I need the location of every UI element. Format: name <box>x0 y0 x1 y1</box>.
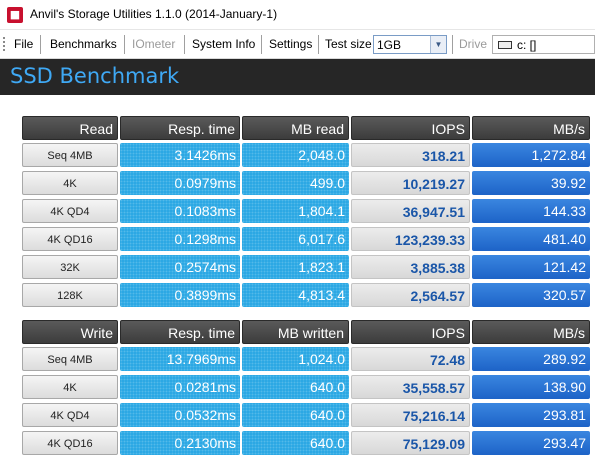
drive-value: c: [] <box>517 38 537 52</box>
iops-cell: 35,558.57 <box>351 375 470 399</box>
iops-cell: 75,129.09 <box>351 431 470 455</box>
mbps-cell: 121.42 <box>472 255 590 279</box>
menu-separator <box>261 35 262 54</box>
row-label-button[interactable]: 4K QD4 <box>22 199 118 223</box>
column-header: MB/s <box>472 116 590 140</box>
iops-cell: 10,219.27 <box>351 171 470 195</box>
row-label-button[interactable]: Seq 4MB <box>22 143 118 167</box>
resp-time-cell: 0.1298ms <box>120 227 240 251</box>
menu-separator <box>452 35 453 54</box>
mbps-cell: 293.81 <box>472 403 590 427</box>
column-header: MB written <box>242 320 349 344</box>
resp-time-cell: 0.3899ms <box>120 283 240 307</box>
menu-file[interactable]: File <box>14 37 33 51</box>
menu-separator <box>40 35 41 54</box>
iops-cell: 75,216.14 <box>351 403 470 427</box>
resp-time-cell: 0.0281ms <box>120 375 240 399</box>
mbps-cell: 481.40 <box>472 227 590 251</box>
mbps-cell: 320.57 <box>472 283 590 307</box>
row-label-button[interactable]: 4K QD16 <box>22 227 118 251</box>
iops-cell: 36,947.51 <box>351 199 470 223</box>
iops-cell: 318.21 <box>351 143 470 167</box>
row-label-button[interactable]: 32K <box>22 255 118 279</box>
menu-settings[interactable]: Settings <box>269 37 312 51</box>
resp-time-cell: 0.0532ms <box>120 403 240 427</box>
row-label-button[interactable]: 4K <box>22 375 118 399</box>
resp-time-cell: 0.2130ms <box>120 431 240 455</box>
menu-benchmarks[interactable]: Benchmarks <box>50 37 117 51</box>
resp-time-cell: 0.0979ms <box>120 171 240 195</box>
row-label-button[interactable]: 128K <box>22 283 118 307</box>
mbps-cell: 144.33 <box>472 199 590 223</box>
menu-system-info[interactable]: System Info <box>192 37 255 51</box>
resp-time-cell: 3.1426ms <box>120 143 240 167</box>
column-header: IOPS <box>351 320 470 344</box>
mb-read-cell: 1,823.1 <box>242 255 349 279</box>
column-header: Resp. time <box>120 320 240 344</box>
column-header: Write <box>22 320 118 344</box>
iops-cell: 72.48 <box>351 347 470 371</box>
menu-separator <box>184 35 185 54</box>
menu-iometer[interactable]: IOmeter <box>132 37 175 51</box>
anvil-app-icon: ■ <box>7 7 23 23</box>
page-title: SSD Benchmark <box>10 64 180 88</box>
drive-icon <box>498 41 512 49</box>
row-label-button[interactable]: 4K QD16 <box>22 431 118 455</box>
test-size-label: Test size <box>325 37 372 51</box>
resp-time-cell: 0.1083ms <box>120 199 240 223</box>
title-bar: ■ Anvil's Storage Utilities 1.1.0 (2014-… <box>0 0 595 30</box>
iops-cell: 2,564.57 <box>351 283 470 307</box>
drive-select[interactable]: c: [] <box>492 35 595 54</box>
mb-written-cell: 640.0 <box>242 403 349 427</box>
mb-read-cell: 6,017.6 <box>242 227 349 251</box>
mbps-cell: 289.92 <box>472 347 590 371</box>
column-header: IOPS <box>351 116 470 140</box>
write-results-grid: Write Resp. time MB written IOPS MB/s Se… <box>22 320 590 460</box>
menu-separator <box>318 35 319 54</box>
resp-time-cell: 0.2574ms <box>120 255 240 279</box>
column-header: Read <box>22 116 118 140</box>
column-header: MB/s <box>472 320 590 344</box>
mb-read-cell: 499.0 <box>242 171 349 195</box>
test-size-value: 1GB <box>377 38 402 52</box>
window-title: Anvil's Storage Utilities 1.1.0 (2014-Ja… <box>30 7 278 21</box>
mbps-cell: 293.47 <box>472 431 590 455</box>
mb-read-cell: 1,804.1 <box>242 199 349 223</box>
drive-label: Drive <box>459 37 488 51</box>
mb-written-cell: 1,024.0 <box>242 347 349 371</box>
mbps-cell: 39.92 <box>472 171 590 195</box>
toolbar-grip <box>3 37 5 51</box>
test-size-select[interactable]: 1GB ▼ <box>373 35 447 54</box>
row-label-button[interactable]: Seq 4MB <box>22 347 118 371</box>
mb-read-cell: 4,813.4 <box>242 283 349 307</box>
iops-cell: 123,239.33 <box>351 227 470 251</box>
mbps-cell: 138.90 <box>472 375 590 399</box>
iops-cell: 3,885.38 <box>351 255 470 279</box>
read-results-grid: Read Resp. time MB read IOPS MB/s Seq 4M… <box>22 116 590 312</box>
menu-separator <box>124 35 125 54</box>
resp-time-cell: 13.7969ms <box>120 347 240 371</box>
column-header: MB read <box>242 116 349 140</box>
mbps-cell: 1,272.84 <box>472 143 590 167</box>
chevron-down-icon[interactable]: ▼ <box>430 36 446 53</box>
row-label-button[interactable]: 4K QD4 <box>22 403 118 427</box>
mb-read-cell: 2,048.0 <box>242 143 349 167</box>
column-header: Resp. time <box>120 116 240 140</box>
mb-written-cell: 640.0 <box>242 375 349 399</box>
mb-written-cell: 640.0 <box>242 431 349 455</box>
row-label-button[interactable]: 4K <box>22 171 118 195</box>
